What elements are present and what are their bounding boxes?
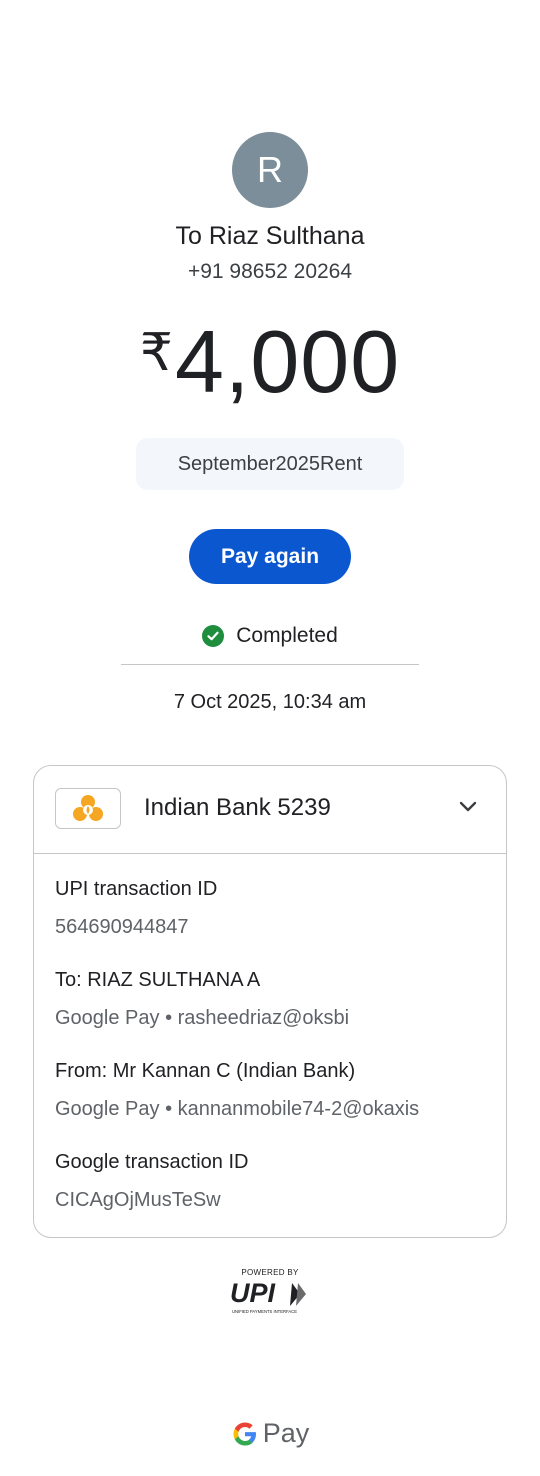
amount-value: 4,000 [174,312,401,411]
indian-bank-logo-icon [55,788,121,829]
from-value: Google Pay • kannanmobile74-2@okaxis [55,1098,420,1120]
payment-note: September2025Rent [136,438,404,490]
transaction-datetime: 7 Oct 2025, 10:34 am [173,691,367,713]
currency-symbol: ₹ [139,324,173,382]
transaction-details-card: Indian Bank 5239 UPI transaction ID 5646… [33,765,507,1238]
bank-name: Indian Bank 5239 [144,794,331,821]
bank-account-header[interactable]: Indian Bank 5239 [34,766,506,854]
pay-again-button[interactable]: Pay again [189,529,351,584]
amount: ₹4,000 [0,318,540,406]
recipient-phone: +91 98652 20264 [187,260,353,283]
google-transaction-id: CICAgOjMusTeSw [55,1189,221,1211]
upi-transaction-id-label: UPI transaction ID [55,878,218,900]
avatar: R [232,132,308,208]
google-transaction-id-label: Google transaction ID [55,1151,249,1173]
gpay-text: Pay [262,1418,310,1448]
status-text: Completed [236,624,338,647]
check-circle-icon [202,625,225,647]
to-value: Google Pay • rasheedriaz@oksbi [55,1007,350,1029]
upi-transaction-id: 564690944847 [55,916,189,938]
to-label: To: RIAZ SULTHANA A [55,969,261,991]
upi-wordmark: UPI [230,1278,276,1308]
chevron-down-icon[interactable] [458,800,478,819]
upi-subtitle: UNIFIED PAYMENTS INTERFACE [232,1309,297,1314]
divider [121,664,419,665]
from-label: From: Mr Kannan C (Indian Bank) [55,1060,356,1082]
google-g-icon [233,1422,256,1445]
upi-logo: POWERED BY UPI UNIFIED PAYMENTS INTERFAC… [226,1268,314,1316]
gpay-logo: Pay [0,1418,540,1449]
status-row: Completed [0,624,540,648]
recipient-name: To Riaz Sulthana [175,222,365,250]
